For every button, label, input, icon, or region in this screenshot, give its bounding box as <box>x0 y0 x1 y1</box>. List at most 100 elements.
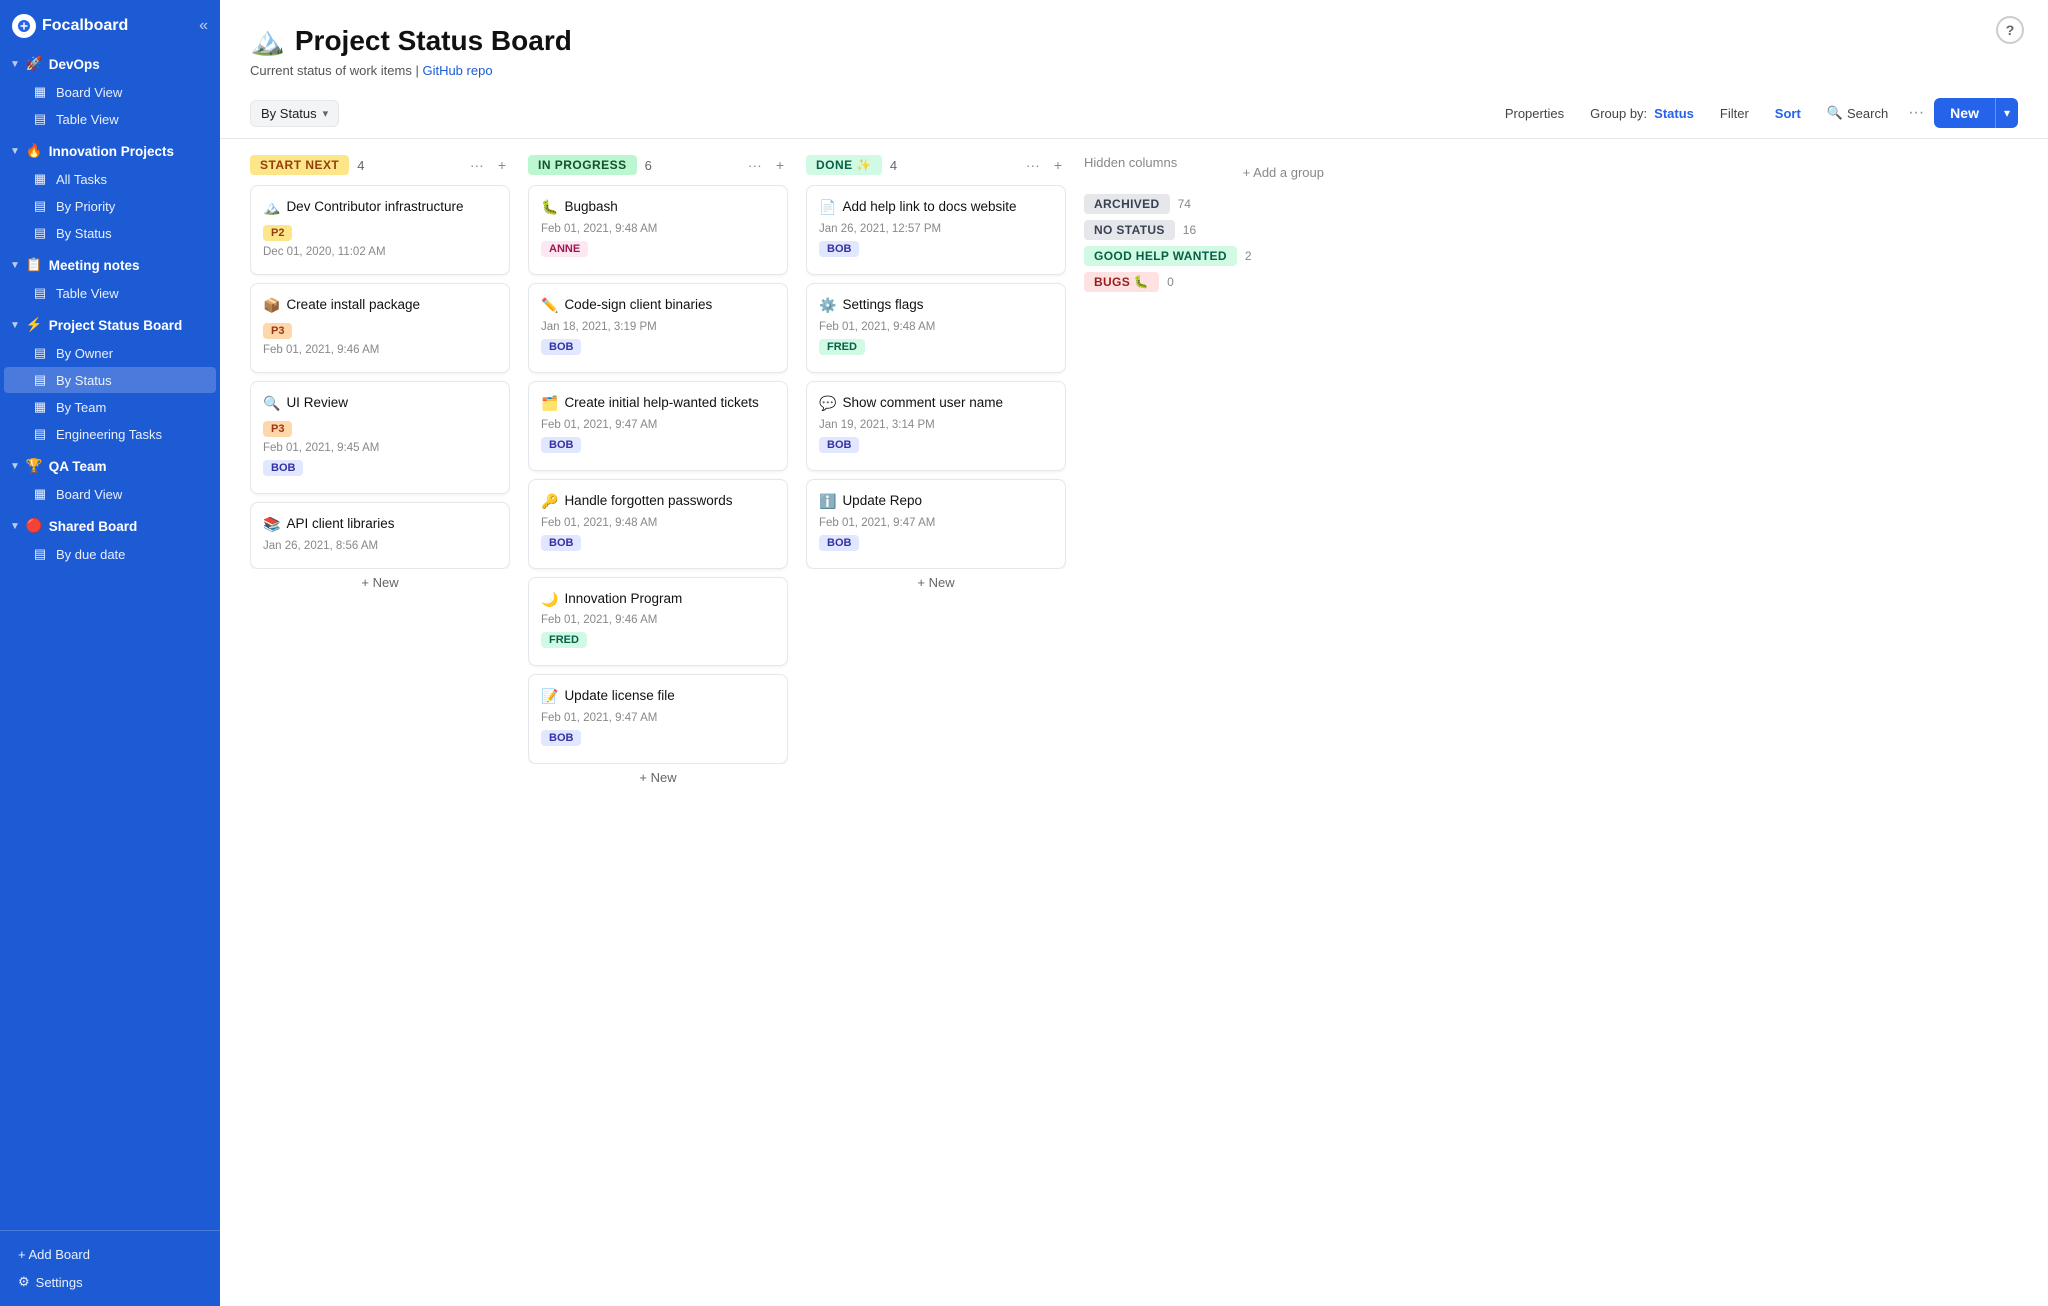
card[interactable]: 📦Create install packageP3Feb 01, 2021, 9… <box>250 283 510 373</box>
sidebar-item-devops-board[interactable]: ▦ Board View <box>4 79 216 105</box>
toolbar-more-icon[interactable]: ··· <box>1904 104 1928 122</box>
card-emoji: 🔍 <box>263 395 280 412</box>
sidebar-group-meeting[interactable]: ▼ 📋 Meeting notes <box>0 251 220 279</box>
sidebar-header: Focalboard « <box>0 0 220 48</box>
card[interactable]: 📝Update license fileFeb 01, 2021, 9:47 A… <box>528 674 788 764</box>
card-date: Feb 01, 2021, 9:46 AM <box>541 614 775 626</box>
search-button[interactable]: 🔍 Search <box>1817 100 1898 126</box>
sidebar-item-innovation-all[interactable]: ▦ All Tasks <box>4 166 216 192</box>
view-selector[interactable]: By Status ▾ <box>250 100 339 127</box>
sidebar-item-psb-status-label: By Status <box>56 373 112 388</box>
hidden-col-item-goodhelp[interactable]: GOOD HELP WANTED2 <box>1084 246 1324 266</box>
card[interactable]: ⚙️Settings flagsFeb 01, 2021, 9:48 AMFRE… <box>806 283 1066 373</box>
sidebar: Focalboard « ▼ 🚀 DevOps ▦ Board View ▤ T… <box>0 0 220 1306</box>
sidebar-item-psb-status[interactable]: ▤ By Status <box>4 367 216 393</box>
card-emoji: 🏔️ <box>263 199 280 216</box>
devops-emoji: 🚀 <box>26 56 43 72</box>
group-by-button[interactable]: Group by: Status <box>1580 101 1704 126</box>
sidebar-group-qa[interactable]: ▼ 🏆 QA Team <box>0 452 220 480</box>
sidebar-item-shared-duedate[interactable]: ▤ By due date <box>4 541 216 567</box>
qa-label: QA Team <box>49 459 107 474</box>
sidebar-meeting-group: ▼ 📋 Meeting notes ▤ Table View <box>0 249 220 309</box>
column-cards-done: 📄Add help link to docs websiteJan 26, 20… <box>806 185 1066 569</box>
column-add-button-done[interactable]: + <box>1050 155 1066 175</box>
sidebar-item-psb-owner[interactable]: ▤ By Owner <box>4 340 216 366</box>
github-repo-link[interactable]: GitHub repo <box>422 63 492 78</box>
column-more-button-in-progress[interactable]: ··· <box>744 155 766 175</box>
shared-emoji: 🔴 <box>26 518 43 534</box>
hidden-col-item-archived[interactable]: ARCHIVED74 <box>1084 194 1324 214</box>
card-title-row: 🌙Innovation Program <box>541 590 775 609</box>
card-assignee-badge: ANNE <box>541 241 588 257</box>
add-group-button[interactable]: + Add a group <box>1243 165 1324 180</box>
sidebar-item-psb-engineering[interactable]: ▤ Engineering Tasks <box>4 421 216 447</box>
card[interactable]: 🔍UI ReviewP3Feb 01, 2021, 9:45 AMBOB <box>250 381 510 494</box>
column-add-button-start-next[interactable]: + <box>494 155 510 175</box>
card-title-row: 🏔️Dev Contributor infrastructure <box>263 198 497 217</box>
add-card-button-in-progress[interactable]: + New <box>528 764 788 791</box>
new-button[interactable]: New <box>1934 98 1995 128</box>
card-assignee-badge: FRED <box>819 339 865 355</box>
column-count-start-next: 4 <box>357 158 364 173</box>
psb-status-icon: ▤ <box>32 372 48 388</box>
hidden-col-item-nostatus[interactable]: NO STATUS16 <box>1084 220 1324 240</box>
filter-button[interactable]: Filter <box>1710 101 1759 126</box>
card-date: Feb 01, 2021, 9:47 AM <box>541 712 775 724</box>
sidebar-collapse-button[interactable]: « <box>199 17 208 35</box>
add-card-button-start-next[interactable]: + New <box>250 569 510 596</box>
main-content: 🏔️ Project Status Board Current status o… <box>220 0 2048 1306</box>
card-date: Feb 01, 2021, 9:48 AM <box>541 223 775 235</box>
hidden-col-item-bugs[interactable]: BUGS 🐛0 <box>1084 272 1324 292</box>
column-add-button-in-progress[interactable]: + <box>772 155 788 175</box>
hidden-col-count-goodhelp: 2 <box>1245 249 1252 263</box>
card[interactable]: 💬Show comment user nameJan 19, 2021, 3:1… <box>806 381 1066 471</box>
card-date: Feb 01, 2021, 9:47 AM <box>541 419 775 431</box>
sidebar-item-psb-team[interactable]: ▦ By Team <box>4 394 216 420</box>
sidebar-item-innovation-status[interactable]: ▤ By Status <box>4 220 216 246</box>
column-more-button-start-next[interactable]: ··· <box>466 155 488 175</box>
help-button[interactable]: ? <box>1996 16 2024 44</box>
sidebar-item-psb-team-label: By Team <box>56 400 106 415</box>
column-more-button-done[interactable]: ··· <box>1022 155 1044 175</box>
card[interactable]: 📄Add help link to docs websiteJan 26, 20… <box>806 185 1066 275</box>
card-assignee-badge: BOB <box>541 730 581 746</box>
shared-arrow: ▼ <box>10 521 20 532</box>
card-assignee-badge: BOB <box>541 339 581 355</box>
card[interactable]: 🌙Innovation Program Feb 01, 2021, 9:46 AM… <box>528 577 788 667</box>
settings-button[interactable]: ⚙ Settings <box>10 1268 210 1296</box>
sidebar-group-innovation[interactable]: ▼ 🔥 Innovation Projects <box>0 137 220 165</box>
card[interactable]: 🐛BugbashFeb 01, 2021, 9:48 AMANNE <box>528 185 788 275</box>
add-board-button[interactable]: + Add Board <box>10 1241 210 1268</box>
by-team-icon: ▦ <box>32 399 48 415</box>
card[interactable]: ✏️Code-sign client binariesJan 18, 2021,… <box>528 283 788 373</box>
card[interactable]: 🗂️Create initial help-wanted ticketsFeb … <box>528 381 788 471</box>
add-card-button-done[interactable]: + New <box>806 569 1066 596</box>
sidebar-group-shared[interactable]: ▼ 🔴 Shared Board <box>0 512 220 540</box>
logo-icon <box>12 14 36 38</box>
card-title-row: 💬Show comment user name <box>819 394 1053 413</box>
sidebar-item-qa-board[interactable]: ▦ Board View <box>4 481 216 507</box>
table-view-icon: ▤ <box>32 111 48 127</box>
new-dropdown-button[interactable]: ▾ <box>1995 98 2018 128</box>
card[interactable]: 📚API client librariesJan 26, 2021, 8:56 … <box>250 502 510 569</box>
sidebar-item-innovation-priority[interactable]: ▤ By Priority <box>4 193 216 219</box>
card-title-row: 🔑Handle forgotten passwords <box>541 492 775 511</box>
card-emoji: 🌙 <box>541 591 558 608</box>
properties-button[interactable]: Properties <box>1495 101 1574 126</box>
settings-icon: ⚙ <box>18 1274 30 1290</box>
card-assignee-badge: BOB <box>541 535 581 551</box>
card-priority-badge: P2 <box>263 225 292 241</box>
add-board-label: + Add Board <box>18 1247 90 1262</box>
card-assignee-badge: BOB <box>263 460 303 476</box>
card-emoji: ℹ️ <box>819 493 836 510</box>
card[interactable]: 🔑Handle forgotten passwordsFeb 01, 2021,… <box>528 479 788 569</box>
psb-arrow: ▼ <box>10 320 20 331</box>
card[interactable]: ℹ️Update RepoFeb 01, 2021, 9:47 AMBOB <box>806 479 1066 569</box>
sidebar-group-psb[interactable]: ▼ ⚡ Project Status Board <box>0 311 220 339</box>
sidebar-item-meeting-table[interactable]: ▤ Table View <box>4 280 216 306</box>
sidebar-item-devops-table[interactable]: ▤ Table View <box>4 106 216 132</box>
sort-button[interactable]: Sort <box>1765 101 1811 126</box>
sidebar-group-devops[interactable]: ▼ 🚀 DevOps <box>0 50 220 78</box>
card-emoji: 📦 <box>263 297 280 314</box>
card[interactable]: 🏔️Dev Contributor infrastructureP2Dec 01… <box>250 185 510 275</box>
